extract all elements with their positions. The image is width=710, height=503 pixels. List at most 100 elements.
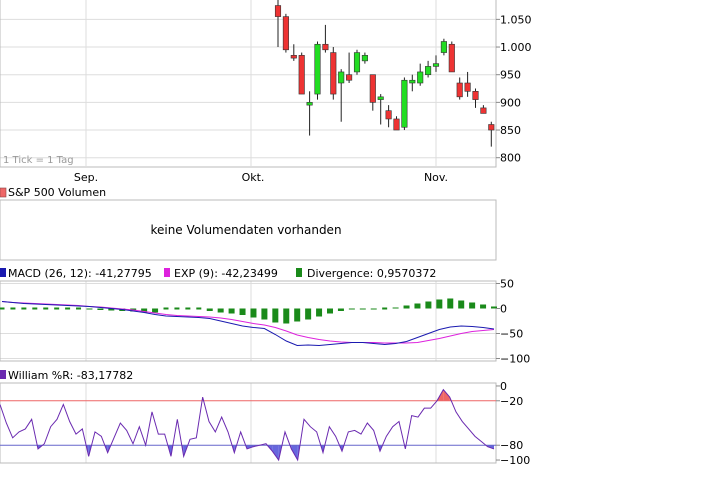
divergence-bar (228, 308, 235, 314)
divergence-bar (447, 298, 454, 309)
divergence-bar (469, 302, 476, 309)
divergence-bar (436, 299, 443, 309)
williams-grid (85, 383, 437, 463)
macd-swatch (0, 268, 6, 277)
divergence-dash (10, 307, 16, 310)
divergence-dash (43, 307, 49, 310)
candle-body (448, 43, 455, 73)
divergence-dash (0, 307, 5, 310)
candle-body (440, 41, 447, 53)
divergence-bar (217, 308, 224, 313)
divergence-dash (196, 307, 202, 310)
candle-body (369, 74, 376, 103)
volume-title: S&P 500 Volumen (8, 186, 106, 199)
divergence-bar (392, 307, 399, 309)
divergence-bar (403, 305, 410, 309)
divergence-dash (32, 307, 38, 310)
williams-line (0, 388, 495, 462)
month-label: Nov. (424, 171, 448, 184)
divergence-dash (54, 307, 60, 310)
macd-y-tick-label: −50 (500, 328, 523, 341)
divergence-swatch (296, 268, 302, 277)
divergence-bar (348, 308, 355, 310)
price-y-tick-label: 800 (500, 152, 521, 165)
divergence-bar (250, 308, 257, 318)
candle-body (456, 82, 463, 98)
exp-legend: EXP (9): -42,23499 (174, 267, 278, 280)
williams-y-tick-label: −100 (500, 454, 530, 467)
volume-legend-swatch (0, 187, 7, 198)
macd-panel: MACD (26, 12): -41,27795 EXP (9): -42,23… (0, 267, 530, 366)
divergence-dash (174, 307, 180, 310)
williams-levels (0, 400, 496, 446)
divergence-bar (327, 308, 333, 314)
macd-grid (0, 281, 496, 361)
candle-body (417, 71, 424, 84)
price-y-tick-label: 950 (500, 69, 521, 82)
divergence-legend: Divergence: 0,9570372 (307, 267, 436, 280)
candle-body (338, 71, 345, 84)
divergence-bar (414, 303, 421, 309)
williams-swatch (0, 370, 6, 379)
candle-body (401, 79, 408, 128)
macd-frame (0, 280, 497, 362)
exp-swatch (164, 268, 170, 277)
price-y-tick-label: 1.000 (500, 41, 532, 54)
candle-body (290, 55, 297, 59)
candle-body (353, 52, 361, 73)
price-y-axis: 1.050 1.000 950 900 850 800 (496, 13, 532, 165)
candle-body (385, 110, 392, 120)
divergence-bar (294, 308, 301, 322)
candle-body (432, 63, 440, 67)
divergence-dash (65, 307, 71, 310)
tick-note: 1 Tick = 1 Tag (3, 155, 74, 166)
candle-body (298, 55, 305, 95)
candle-body (346, 74, 353, 81)
candle-body (330, 52, 337, 95)
candle-body (322, 43, 329, 51)
candle-body (409, 79, 416, 84)
williams-y-tick-label: −20 (500, 395, 523, 408)
divergence-bar (239, 308, 246, 315)
williams-frame (0, 382, 497, 464)
divergence-bar (272, 308, 279, 323)
candle-body (464, 82, 471, 92)
williams-panel: William %R: -83,17782 0 −20 −80 −100 (0, 369, 530, 467)
candle-body (488, 124, 495, 131)
candle-body (314, 43, 321, 95)
divergence-dash (163, 307, 169, 310)
candle-body (425, 66, 432, 76)
month-label: Sep. (74, 171, 98, 184)
macd-y-tick-label: 50 (500, 278, 514, 291)
divergence-bar (425, 301, 432, 309)
divergence-bar (359, 308, 366, 310)
month-label: Okt. (242, 171, 265, 184)
williams-y-tick-label: −80 (500, 439, 523, 452)
candle-body (480, 107, 487, 114)
divergence-bar (370, 308, 377, 310)
divergence-bar (283, 308, 290, 324)
candle-body (282, 16, 289, 51)
divergence-dash (76, 307, 82, 310)
candle-body (393, 118, 400, 131)
divergence-bar (206, 308, 213, 311)
macd-y-axis: 50 0 −50 −100 (496, 278, 530, 366)
price-panel: 1.050 1.000 950 900 850 800 1 Tick = 1 Tag Se… (0, 0, 532, 184)
divergence-bar (152, 308, 159, 313)
candle-body (361, 55, 368, 62)
divergence-bar (458, 300, 465, 309)
candle-body (377, 96, 384, 100)
macd-y-tick-label: −100 (500, 353, 530, 366)
divergence-dash (21, 307, 27, 310)
divergence-dash (185, 307, 191, 310)
divergence-bar (305, 308, 312, 320)
macd-y-tick-label: 0 (500, 303, 507, 316)
candles (274, 0, 495, 147)
volume-message: keine Volumendaten vorhanden (150, 223, 341, 237)
x-axis-months: Sep. Okt. Nov. (74, 171, 448, 184)
candle-body (306, 102, 313, 106)
divergence-bar (480, 304, 487, 309)
divergence-bar (316, 308, 323, 317)
price-y-tick-label: 900 (500, 96, 521, 109)
price-y-tick-label: 850 (500, 124, 521, 137)
